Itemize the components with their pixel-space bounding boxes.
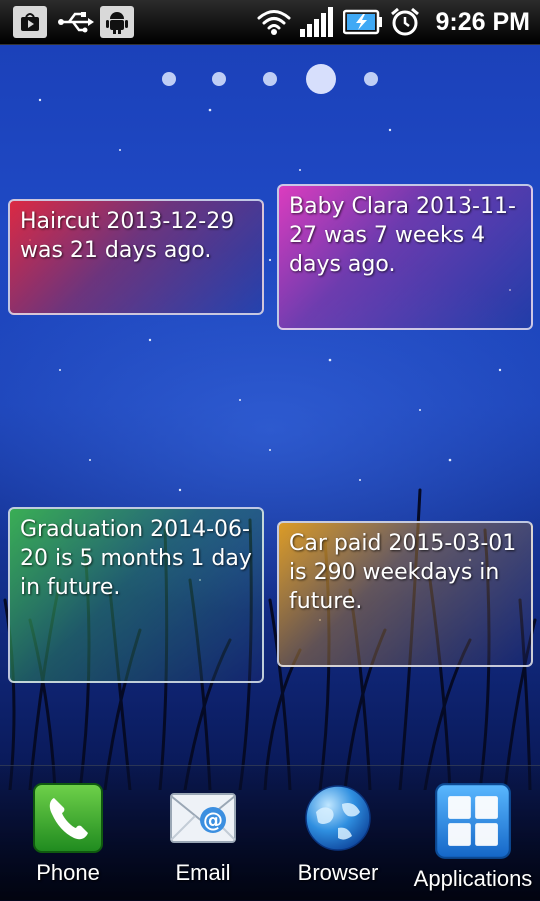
browser-globe-icon xyxy=(305,785,371,851)
widget-text: Graduation 2014-06-20 is 5 months 1 day … xyxy=(20,517,252,600)
dock-label-phone: Phone xyxy=(36,860,100,885)
page-dot-5[interactable] xyxy=(364,72,378,86)
dock-label-browser: Browser xyxy=(297,860,379,885)
date-widget-baby-clara[interactable]: Baby Clara 2013-11-27 was 7 weeks 4 days… xyxy=(277,184,533,330)
dock-applications[interactable]: Applications xyxy=(408,782,538,892)
home-page-indicator xyxy=(0,62,540,96)
dock-email[interactable]: @ Email xyxy=(138,782,268,886)
dock-label-email: Email xyxy=(175,860,231,885)
date-widget-car-paid[interactable]: Car paid 2015-03-01 is 290 weekdays in f… xyxy=(277,521,533,667)
play-store-notification-icon[interactable] xyxy=(13,6,47,38)
signal-icon xyxy=(298,6,338,38)
usb-icon[interactable] xyxy=(56,6,96,38)
page-dot-3[interactable] xyxy=(263,72,277,86)
page-dot-current[interactable] xyxy=(306,64,336,94)
status-clock: 9:26 PM xyxy=(435,8,530,36)
applications-grid-icon xyxy=(435,783,511,859)
dock-phone[interactable]: Phone xyxy=(3,782,133,886)
date-widget-graduation[interactable]: Graduation 2014-06-20 is 5 months 1 day … xyxy=(8,507,264,683)
battery-charging-icon xyxy=(342,6,384,38)
dock-browser[interactable]: Browser xyxy=(273,782,403,886)
widget-text: Car paid 2015-03-01 is 290 weekdays in f… xyxy=(289,531,517,614)
dock-label-applications: Applications xyxy=(413,866,533,891)
alarm-icon xyxy=(388,6,422,38)
widget-text: Haircut 2013-12-29 was 21 days ago. xyxy=(20,209,235,263)
widget-text: Baby Clara 2013-11-27 was 7 weeks 4 days… xyxy=(289,194,516,277)
android-debug-icon[interactable] xyxy=(100,6,134,38)
status-bar: 9:26 PM xyxy=(0,0,540,45)
dock: Phone @ Email Browser Applications xyxy=(0,765,540,901)
email-icon: @ xyxy=(170,793,236,843)
svg-text:@: @ xyxy=(203,808,223,832)
page-dot-1[interactable] xyxy=(162,72,176,86)
wifi-icon xyxy=(255,6,293,38)
date-widget-haircut[interactable]: Haircut 2013-12-29 was 21 days ago. xyxy=(8,199,264,315)
page-dot-2[interactable] xyxy=(212,72,226,86)
phone-icon xyxy=(33,783,103,853)
